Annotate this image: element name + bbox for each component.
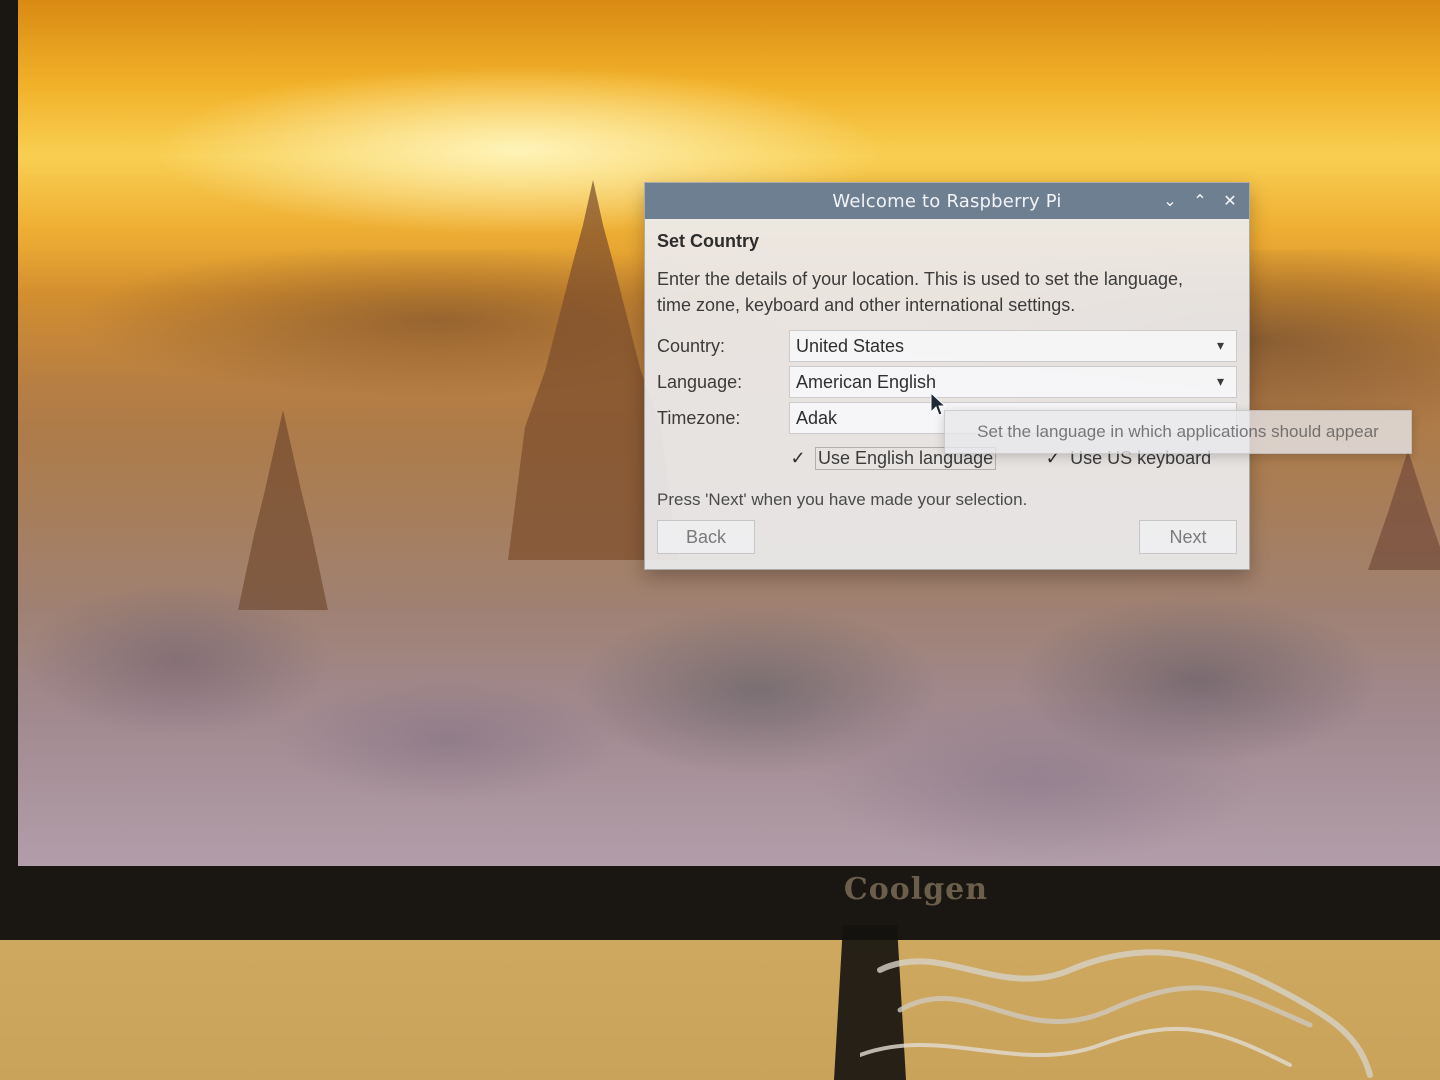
next-hint: Press 'Next' when you have made your sel… [657, 490, 1028, 509]
language-label: Language: [657, 371, 743, 392]
welcome-dialog: Welcome to Raspberry Pi ⌄ ⌃ ✕ Set Countr… [644, 182, 1250, 570]
dialog-title: Welcome to Raspberry Pi [832, 190, 1062, 212]
chevron-down-icon[interactable]: ⌄ [1161, 192, 1179, 210]
dialog-titlebar[interactable]: Welcome to Raspberry Pi ⌄ ⌃ ✕ [645, 183, 1249, 219]
language-value: American English [796, 371, 937, 392]
close-icon[interactable]: ✕ [1221, 192, 1239, 210]
dialog-content: Set Country Enter the details of your lo… [645, 219, 1249, 562]
country-row: Country: United States ▾ [657, 328, 1237, 364]
monitor-brand: Coolgen [843, 872, 989, 907]
timezone-label: Timezone: [657, 407, 741, 428]
mouse-cursor-icon [930, 392, 946, 416]
timezone-value: Adak [796, 407, 838, 428]
chevron-up-icon[interactable]: ⌃ [1191, 192, 1209, 210]
dialog-buttons: Back Next [657, 520, 1237, 562]
section-heading: Set Country [657, 231, 760, 251]
dropdown-arrow-icon: ▾ [1216, 338, 1224, 354]
country-value: United States [796, 335, 905, 356]
next-button[interactable]: Next [1139, 520, 1237, 554]
cables-icon [860, 949, 1373, 1078]
language-tooltip: Set the language in which applications s… [944, 410, 1412, 454]
country-label: Country: [657, 335, 726, 356]
dialog-description: Enter the details of your location. This… [657, 266, 1237, 318]
dropdown-arrow-icon: ▾ [1216, 374, 1224, 390]
background-trees [18, 520, 1440, 866]
checkmark-icon: ✓ [790, 447, 806, 468]
back-button[interactable]: Back [657, 520, 755, 554]
country-dropdown[interactable]: United States ▾ [789, 330, 1237, 362]
language-row: Language: American English ▾ [657, 364, 1237, 400]
description-line-2: time zone, keyboard and other internatio… [657, 295, 1076, 315]
description-line-1: Enter the details of your location. This… [657, 269, 1183, 289]
language-dropdown[interactable]: American English ▾ [789, 366, 1237, 398]
window-controls: ⌄ ⌃ ✕ [1161, 183, 1239, 219]
